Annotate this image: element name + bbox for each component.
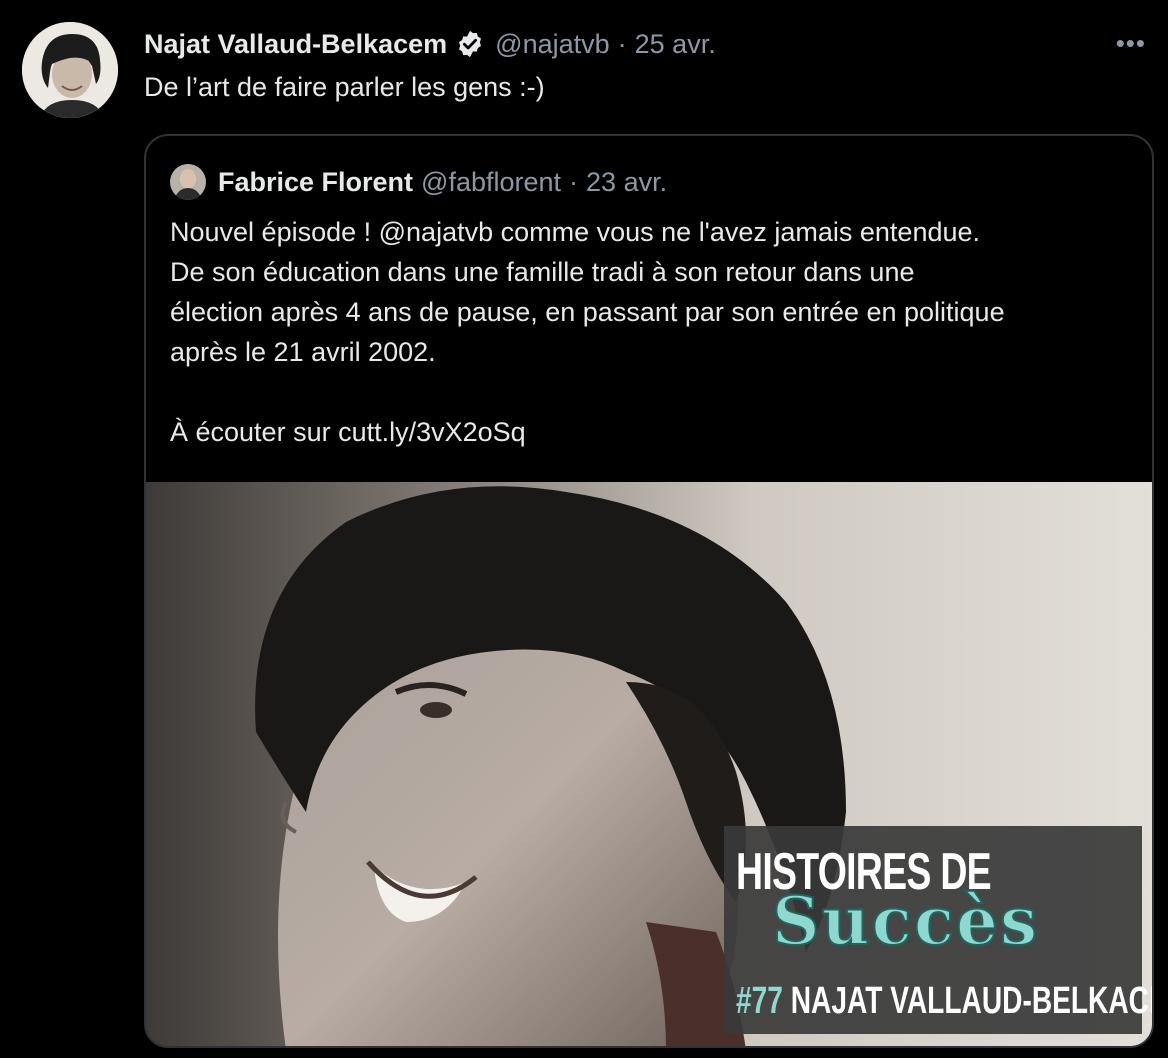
quoted-author-handle[interactable]: @fabflorent [421,167,561,198]
quoted-meta-separator: · [569,166,579,197]
author-avatar-image [22,22,118,118]
quoted-author-avatar[interactable] [170,164,206,200]
quoted-tweet-header: Fabrice Florent @fabflorent · 23 avr. [170,164,667,200]
text-gap [170,372,1130,412]
quoted-media-image[interactable]: HISTOIRES DE Succès #77 NAJAT VALLAUD-BE… [146,482,1152,1046]
tweet-header: Najat Vallaud-Belkacem @najatvb · 25 avr… [144,24,716,64]
author-avatar[interactable] [22,22,118,118]
more-options-icon[interactable]: ••• [1116,28,1146,59]
verified-badge-icon [459,30,482,58]
quoted-text-line: élection après 4 ans de pause, en passan… [170,297,1005,327]
tweet[interactable]: Najat Vallaud-Belkacem @najatvb · 25 avr… [0,0,1168,1058]
quoted-text-link-line[interactable]: À écouter sur cutt.ly/3vX2oSq [170,412,1130,452]
quoted-text-line: Nouvel épisode ! @najatvb comme vous ne … [170,217,981,247]
author-handle[interactable]: @najatvb [495,29,609,60]
quoted-text-line: De son éducation dans une famille tradi … [170,257,915,287]
badge-succes: Succès [771,881,1040,961]
quoted-tweet-text: Nouvel épisode ! @najatvb comme vous ne … [170,212,1130,452]
meta-separator: · [617,28,627,59]
podcast-badge: HISTOIRES DE Succès #77 NAJAT VALLAUD-BE… [724,826,1152,1034]
quoted-tweet[interactable]: Fabrice Florent @fabflorent · 23 avr. No… [144,134,1154,1048]
author-name[interactable]: Najat Vallaud-Belkacem [144,29,447,60]
badge-episode-number: #77 [736,980,783,1022]
tweet-text: De l’art de faire parler les gens :-) [144,72,545,102]
badge-episode: #77 NAJAT VALLAUD-BELKACEM [736,980,1154,1023]
badge-episode-name: NAJAT VALLAUD-BELKACEM [790,980,1154,1022]
tweet-date[interactable]: 25 avr. [635,29,716,60]
quoted-author-avatar-image [170,164,206,200]
quoted-text-line: après le 21 avril 2002. [170,337,436,367]
quoted-tweet-date[interactable]: 23 avr. [586,167,667,198]
quoted-author-name[interactable]: Fabrice Florent [218,167,413,198]
